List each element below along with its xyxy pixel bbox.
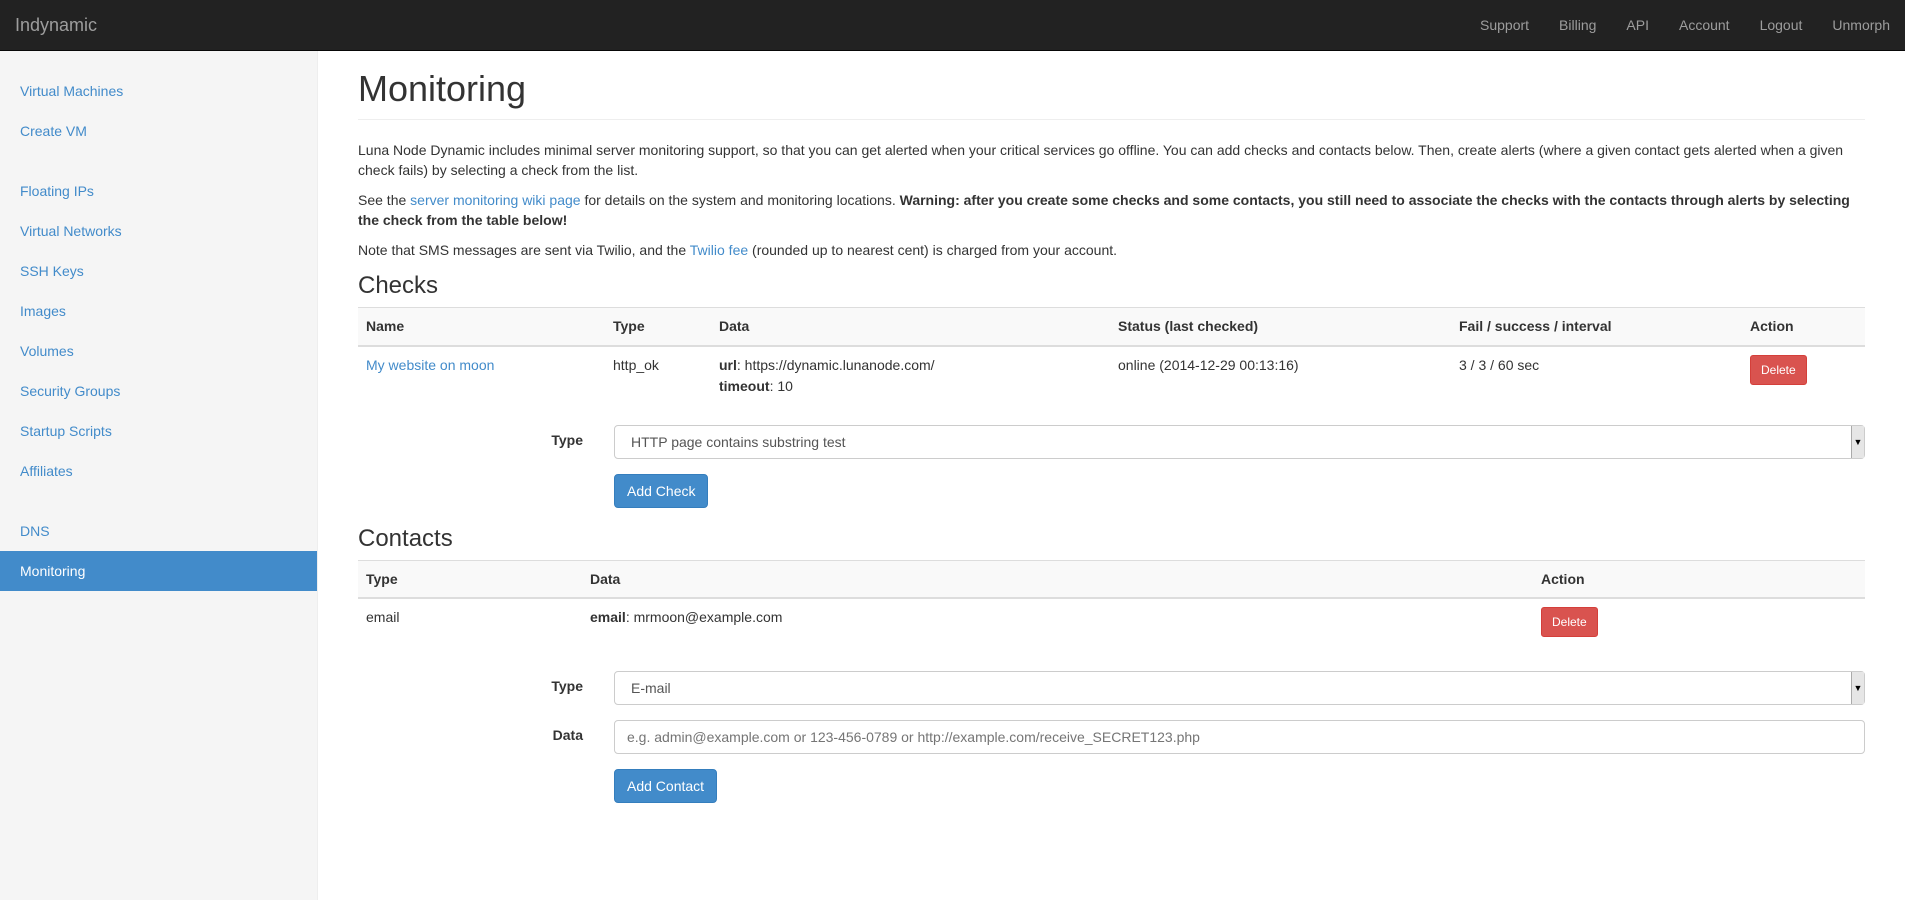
sidebar-item-security-groups[interactable]: Security Groups	[0, 371, 317, 411]
check-name-link[interactable]: My website on moon	[366, 357, 494, 373]
nav-logout-link[interactable]: Logout	[1745, 0, 1818, 50]
check-type-label: Type	[551, 431, 583, 448]
sidebar-item-monitoring[interactable]: Monitoring	[0, 551, 317, 591]
check-data: url: https://dynamic.lunanode.com/ timeo…	[711, 345, 1110, 405]
contacts-col-data: Data	[582, 559, 1533, 599]
sidebar-item-volumes[interactable]: Volumes	[0, 331, 317, 371]
checks-table: Name Type Data Status (last checked) Fai…	[358, 307, 1865, 405]
check-timeout-label: timeout	[719, 377, 770, 394]
contacts-col-type: Type	[358, 559, 582, 599]
contact-type-row: Type E-mail ▼	[358, 671, 1865, 705]
contact-data-value: : mrmoon@example.com	[625, 609, 783, 625]
contact-data-row: Data	[358, 720, 1865, 754]
sidebar-item-create-vm[interactable]: Create VM	[0, 111, 317, 151]
table-row: email email: mrmoon@example.com Delete	[358, 597, 1865, 651]
navbar-links: Support Billing API Account Logout Unmor…	[1465, 0, 1905, 50]
check-url-label: url	[719, 356, 737, 373]
brand-link[interactable]: Indynamic	[15, 15, 97, 36]
check-status: online (2014-12-29 00:13:16)	[1110, 345, 1451, 405]
check-name-cell: My website on moon	[358, 345, 605, 405]
wiki-prefix: See the	[358, 192, 411, 208]
checks-header-row: Name Type Data Status (last checked) Fai…	[358, 307, 1865, 347]
add-check-button[interactable]: Add Check	[614, 473, 709, 508]
col-type: Type	[605, 307, 711, 347]
check-type: http_ok	[605, 345, 711, 405]
contact-type-selected: E-mail	[631, 680, 671, 696]
check-url-value: : https://dynamic.lunanode.com/	[736, 356, 935, 373]
twilio-fee-link[interactable]: Twilio fee	[690, 242, 748, 258]
sidebar-item-floating-ips[interactable]: Floating IPs	[0, 171, 317, 211]
add-contact-row: Add Contact	[358, 769, 1865, 803]
table-row: My website on moon http_ok url: https://…	[358, 345, 1865, 405]
sidebar: Virtual Machines Create VM Floating IPs …	[0, 51, 318, 900]
wiki-paragraph: See the server monitoring wiki page for …	[358, 190, 1865, 230]
sidebar-item-ssh-keys[interactable]: SSH Keys	[0, 251, 317, 291]
nav-unmorph-link[interactable]: Unmorph	[1817, 0, 1905, 50]
chevron-down-icon: ▼	[1851, 425, 1864, 458]
sidebar-item-virtual-networks[interactable]: Virtual Networks	[0, 211, 317, 251]
contact-action-cell: Delete	[1533, 597, 1865, 651]
col-action: Action	[1742, 307, 1865, 347]
check-type-select[interactable]: HTTP page contains substring test ▼	[614, 424, 1865, 459]
contact-type-label: Type	[551, 678, 583, 694]
sms-prefix: Note that SMS messages are sent via Twil…	[358, 242, 690, 258]
contact-type-select[interactable]: E-mail ▼	[614, 671, 1865, 705]
sms-paragraph: Note that SMS messages are sent via Twil…	[358, 240, 1865, 260]
sidebar-item-virtual-machines[interactable]: Virtual Machines	[0, 71, 317, 111]
contact-data-label: email	[590, 609, 626, 625]
page-title: Monitoring	[358, 51, 1865, 120]
nav-billing-link[interactable]: Billing	[1544, 0, 1611, 50]
sms-suffix: (rounded up to nearest cent) is charged …	[748, 242, 1118, 258]
sidebar-group-services: DNS Monitoring	[0, 511, 317, 591]
sidebar-group-resources: Floating IPs Virtual Networks SSH Keys I…	[0, 171, 317, 491]
checks-heading: Checks	[358, 272, 439, 299]
contact-data-field-label: Data	[552, 727, 583, 743]
contacts-header-row: Type Data Action	[358, 559, 1865, 599]
main-content: Monitoring Luna Node Dynamic includes mi…	[358, 51, 1865, 803]
check-timeout-value: : 10	[769, 377, 793, 394]
check-fail-success-interval: 3 / 3 / 60 sec	[1451, 345, 1742, 405]
col-status: Status (last checked)	[1110, 307, 1451, 347]
delete-contact-button[interactable]: Delete	[1541, 607, 1598, 637]
top-navbar: Indynamic Support Billing API Account Lo…	[0, 0, 1905, 51]
wiki-link[interactable]: server monitoring wiki page	[410, 192, 580, 208]
sidebar-item-images[interactable]: Images	[0, 291, 317, 331]
contacts-heading: Contacts	[358, 524, 453, 552]
check-type-selected: HTTP page contains substring test	[631, 433, 846, 450]
intro-paragraph: Luna Node Dynamic includes minimal serve…	[358, 142, 1844, 178]
chevron-down-icon: ▼	[1851, 672, 1864, 704]
add-check-row: Add Check	[358, 473, 1865, 508]
sidebar-item-dns[interactable]: DNS	[0, 511, 317, 551]
contacts-col-action: Action	[1533, 559, 1865, 599]
check-action-cell: Delete	[1742, 345, 1865, 405]
sidebar-item-affiliates[interactable]: Affiliates	[0, 451, 317, 491]
contacts-table: Type Data Action email email: mrmoon@exa…	[358, 559, 1865, 651]
nav-api-link[interactable]: API	[1611, 0, 1664, 50]
contact-data-input[interactable]	[614, 720, 1865, 754]
contact-data: email: mrmoon@example.com	[582, 597, 1533, 651]
col-name: Name	[358, 307, 605, 347]
check-type-row: Type HTTP page contains substring test ▼	[358, 424, 1865, 459]
delete-check-button[interactable]: Delete	[1750, 354, 1807, 385]
nav-support-link[interactable]: Support	[1465, 0, 1544, 50]
sidebar-item-startup-scripts[interactable]: Startup Scripts	[0, 411, 317, 451]
add-contact-button[interactable]: Add Contact	[614, 769, 718, 803]
nav-account-link[interactable]: Account	[1664, 0, 1745, 50]
col-fail-success-interval: Fail / success / interval	[1451, 307, 1742, 347]
wiki-suffix: for details on the system and monitoring…	[580, 192, 900, 208]
contact-type: email	[358, 597, 582, 651]
sidebar-group-vms: Virtual Machines Create VM	[0, 71, 317, 151]
col-data: Data	[711, 307, 1110, 347]
